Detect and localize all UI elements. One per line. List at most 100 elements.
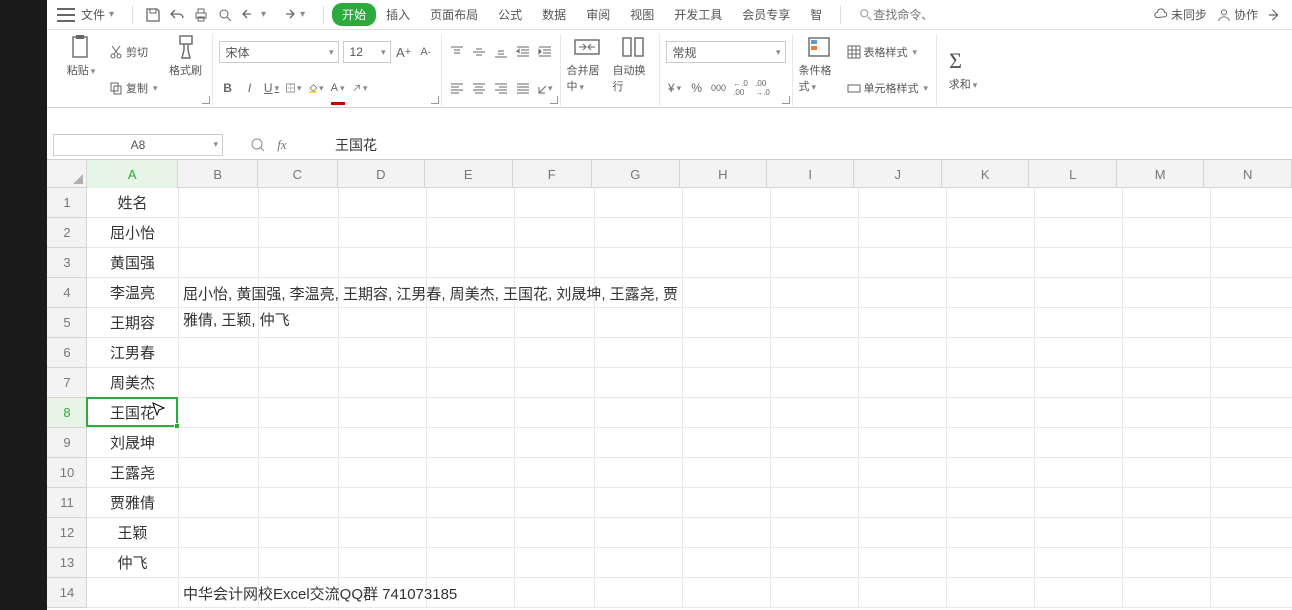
cell[interactable] [427, 398, 515, 428]
cell[interactable] [179, 218, 259, 248]
row-header[interactable]: 6 [47, 338, 87, 368]
cell[interactable] [947, 578, 1035, 608]
cell[interactable] [1123, 368, 1211, 398]
cell[interactable] [259, 218, 339, 248]
cell[interactable] [1211, 338, 1292, 368]
cell[interactable]: 周美杰 [87, 368, 179, 398]
cell[interactable] [771, 368, 859, 398]
cell[interactable] [339, 458, 427, 488]
cell[interactable] [515, 188, 595, 218]
cell[interactable] [1035, 398, 1123, 428]
cell[interactable] [771, 308, 859, 338]
font-color-button[interactable]: A [329, 79, 347, 97]
cell[interactable] [947, 338, 1035, 368]
cell[interactable] [179, 488, 259, 518]
cell[interactable] [1123, 518, 1211, 548]
cell[interactable]: 姓名 [87, 188, 179, 218]
cell[interactable] [339, 428, 427, 458]
cell[interactable]: 屈小怡, 黄国强, 李温亮, 王期容, 江男春, 周美杰, 王国花, 刘晟坤, … [179, 278, 683, 338]
cell[interactable]: 仲飞 [87, 548, 179, 578]
cell[interactable] [259, 338, 339, 368]
row-header[interactable]: 10 [47, 458, 87, 488]
cell[interactable] [595, 218, 683, 248]
cell[interactable] [1211, 188, 1292, 218]
cell[interactable] [1123, 308, 1211, 338]
cell[interactable] [595, 188, 683, 218]
cell[interactable] [339, 488, 427, 518]
cell[interactable] [427, 248, 515, 278]
cell[interactable] [339, 218, 427, 248]
cell[interactable] [771, 488, 859, 518]
sum-button[interactable]: Σ 求和 [943, 48, 983, 92]
cell[interactable]: 王期容 [87, 308, 179, 338]
cell[interactable] [683, 248, 771, 278]
cell[interactable] [1035, 458, 1123, 488]
command-search-input[interactable] [873, 8, 953, 22]
undo-dropdown[interactable]: ▾ [261, 9, 266, 20]
cell[interactable] [683, 308, 771, 338]
cell[interactable] [595, 548, 683, 578]
cell[interactable] [339, 248, 427, 278]
row-header[interactable]: 7 [47, 368, 87, 398]
cell[interactable] [859, 218, 947, 248]
cell[interactable] [683, 218, 771, 248]
cell[interactable] [1211, 578, 1292, 608]
decrease-indent-icon[interactable] [514, 43, 532, 61]
cut-button[interactable]: 剪切 [107, 42, 160, 62]
formula-input[interactable] [327, 137, 1286, 153]
cell[interactable] [427, 458, 515, 488]
cell[interactable] [683, 548, 771, 578]
increase-decimal-icon[interactable]: ←.0.00 [732, 79, 750, 97]
fill-color-button[interactable] [307, 79, 325, 97]
cell[interactable] [87, 578, 179, 608]
clear-format-button[interactable] [351, 79, 369, 97]
select-all-corner[interactable] [47, 160, 87, 188]
cell[interactable] [1211, 488, 1292, 518]
tab-insert[interactable]: 插入 [376, 2, 420, 27]
cell[interactable] [259, 398, 339, 428]
column-header[interactable]: G [592, 160, 679, 188]
cell[interactable]: 中华会计网校Excel交流QQ群 741073185 [179, 578, 683, 608]
cell[interactable] [595, 398, 683, 428]
cell[interactable]: 王国花 [87, 398, 179, 428]
cell[interactable] [259, 368, 339, 398]
cell[interactable] [947, 398, 1035, 428]
tab-start[interactable]: 开始 [332, 3, 376, 26]
cell[interactable] [339, 188, 427, 218]
column-header[interactable]: K [942, 160, 1029, 188]
cell[interactable] [947, 248, 1035, 278]
file-dropdown-icon[interactable]: ▾ [109, 9, 114, 20]
cell[interactable] [515, 458, 595, 488]
cell[interactable] [515, 368, 595, 398]
cell[interactable]: 王颖 [87, 518, 179, 548]
print-icon[interactable] [193, 7, 209, 23]
align-right-icon[interactable] [492, 79, 510, 97]
cell[interactable] [947, 458, 1035, 488]
cell[interactable] [259, 188, 339, 218]
cell[interactable] [683, 398, 771, 428]
cell[interactable] [1123, 188, 1211, 218]
cell[interactable] [595, 368, 683, 398]
cell[interactable] [339, 518, 427, 548]
cell[interactable] [515, 398, 595, 428]
cell[interactable] [1035, 278, 1123, 308]
cell[interactable] [1035, 248, 1123, 278]
cell[interactable] [515, 428, 595, 458]
cell[interactable] [427, 218, 515, 248]
border-button[interactable] [285, 79, 303, 97]
align-left-icon[interactable] [448, 79, 466, 97]
row-header[interactable]: 2 [47, 218, 87, 248]
cell[interactable] [1211, 428, 1292, 458]
cell[interactable] [339, 548, 427, 578]
row-header[interactable]: 5 [47, 308, 87, 338]
cell[interactable] [771, 578, 859, 608]
column-header[interactable]: M [1117, 160, 1204, 188]
cell[interactable] [1211, 248, 1292, 278]
cell[interactable] [1123, 488, 1211, 518]
row-header[interactable]: 12 [47, 518, 87, 548]
cell[interactable] [771, 248, 859, 278]
cell[interactable] [427, 368, 515, 398]
cell[interactable] [683, 458, 771, 488]
cell[interactable] [595, 458, 683, 488]
dialog-launcher-icon[interactable] [550, 96, 558, 104]
